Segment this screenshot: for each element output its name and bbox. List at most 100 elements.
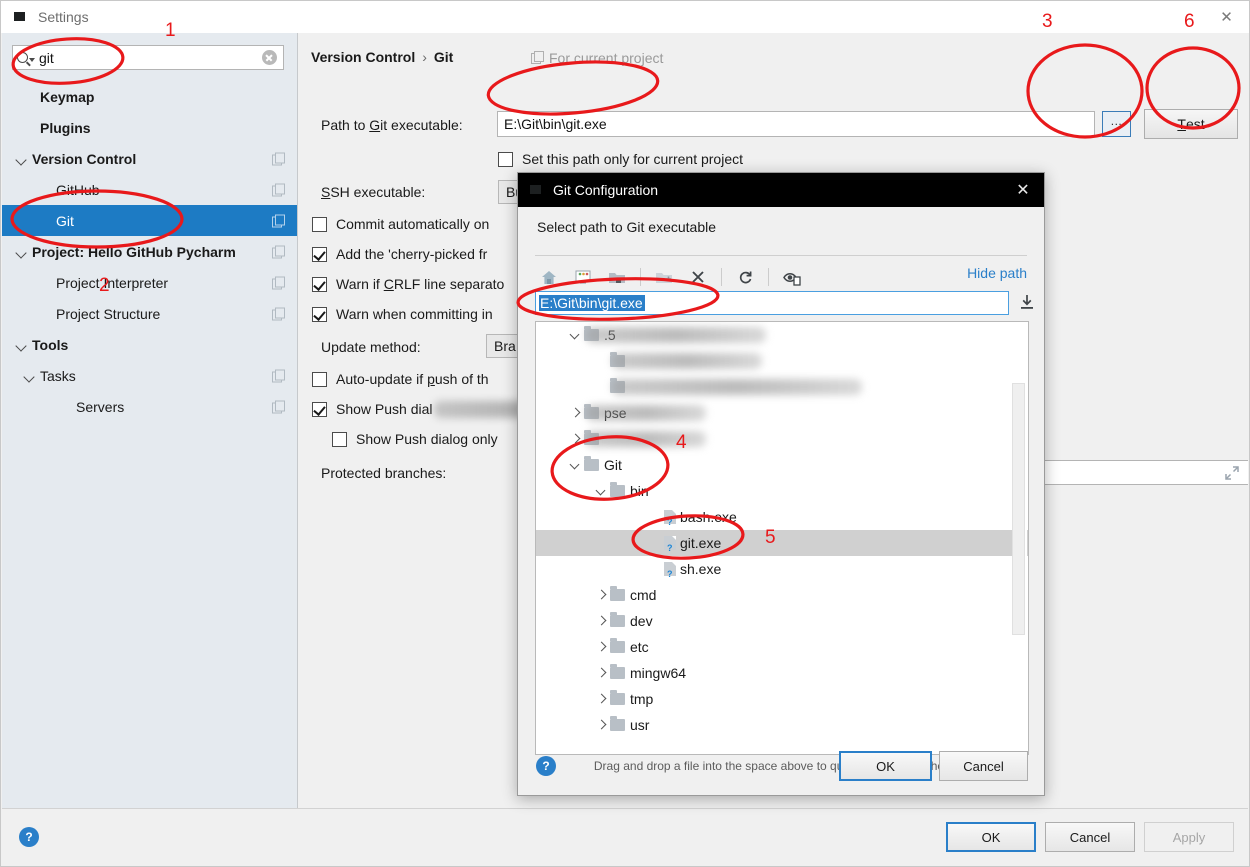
tree-row[interactable]	[536, 348, 1028, 374]
chevron-down-icon[interactable]	[16, 153, 28, 165]
refresh-icon[interactable]	[731, 264, 759, 290]
chevron-right-icon[interactable]	[594, 717, 610, 733]
chevron-right-icon[interactable]	[594, 665, 610, 681]
commit-automatically-row[interactable]: Commit automatically on	[312, 216, 489, 232]
copy-settings-icon[interactable]	[272, 183, 285, 196]
cherry-picked-row[interactable]: Add the 'cherry-picked fr	[312, 246, 487, 262]
tree-row[interactable]: dev	[536, 608, 1028, 634]
dialog-ok-button[interactable]: OK	[839, 751, 932, 781]
sidebar-item-servers[interactable]: Servers	[2, 391, 297, 422]
delete-icon[interactable]	[684, 264, 712, 290]
redacted-text-blur	[612, 353, 762, 369]
tree-scrollbar-thumb[interactable]	[1012, 383, 1025, 635]
warn-committing-checkbox[interactable]	[312, 306, 327, 322]
search-icon	[13, 52, 39, 63]
sidebar-item-label: Git	[56, 212, 74, 229]
copy-settings-icon[interactable]	[272, 400, 285, 413]
tree-row[interactable]	[536, 426, 1028, 452]
show-push-dialog-only-row[interactable]: Show Push dialog only	[332, 431, 498, 447]
chevron-down-icon[interactable]	[16, 339, 28, 351]
close-icon[interactable]: ✕	[1204, 1, 1249, 33]
browse-button[interactable]: ...	[1102, 111, 1131, 137]
chevron-right-icon[interactable]	[594, 587, 610, 603]
file-tree[interactable]: .5 pse Gitbin bash.exe git.exe sh.exe cmd dev et…	[535, 321, 1029, 755]
show-push-dialog-checkbox[interactable]	[312, 401, 327, 417]
warn-crlf-row[interactable]: Warn if CRLF line separato	[312, 276, 504, 292]
download-icon[interactable]	[1018, 293, 1036, 313]
auto-update-push-row[interactable]: Auto-update if push of th	[312, 371, 489, 387]
sidebar-item-version-control[interactable]: Version Control	[2, 143, 297, 174]
sidebar-item-github[interactable]: GitHub	[2, 174, 297, 205]
chevron-down-icon[interactable]	[594, 483, 610, 499]
project-folder-icon[interactable]	[603, 264, 631, 290]
set-path-only-checkbox-row[interactable]: Set this path only for current project	[498, 151, 743, 167]
protected-branches-label: Protected branches:	[321, 465, 447, 481]
clear-search-icon[interactable]	[255, 50, 283, 65]
tree-row[interactable]: bin	[536, 478, 1028, 504]
dialog-close-icon[interactable]: ✕	[1002, 173, 1044, 207]
dialog-help-icon[interactable]: ?	[536, 756, 556, 776]
tree-row[interactable]: pse	[536, 400, 1028, 426]
help-icon[interactable]: ?	[19, 827, 39, 847]
tree-row[interactable]: git.exe	[536, 530, 1028, 556]
tree-row[interactable]: .5	[536, 322, 1028, 348]
chevron-right-icon[interactable]	[568, 431, 584, 447]
copy-settings-icon[interactable]	[272, 307, 285, 320]
warn-committing-row[interactable]: Warn when committing in	[312, 306, 493, 322]
hide-path-link[interactable]: Hide path	[967, 265, 1027, 281]
tree-row[interactable]: usr	[536, 712, 1028, 738]
sidebar-item-tools[interactable]: Tools	[2, 329, 297, 360]
sidebar-item-keymap[interactable]: Keymap	[2, 81, 297, 112]
set-path-only-checkbox[interactable]	[498, 151, 513, 167]
search-input[interactable]	[39, 49, 255, 66]
new-folder-icon[interactable]	[650, 264, 678, 290]
expand-field-icon[interactable]	[1225, 466, 1239, 480]
chevron-right-icon[interactable]	[594, 639, 610, 655]
tree-row[interactable]: Git	[536, 452, 1028, 478]
copy-settings-icon[interactable]	[272, 245, 285, 258]
cancel-button[interactable]: Cancel	[1045, 822, 1135, 852]
show-hidden-icon[interactable]	[778, 264, 806, 290]
tree-row[interactable]: tmp	[536, 686, 1028, 712]
sidebar-item-plugins[interactable]: Plugins	[2, 112, 297, 143]
copy-settings-icon[interactable]	[272, 152, 285, 165]
search-box[interactable]	[12, 45, 284, 70]
chevron-right-icon[interactable]	[568, 405, 584, 421]
dialog-cancel-button[interactable]: Cancel	[939, 751, 1028, 781]
test-button[interactable]: Test	[1144, 109, 1238, 139]
tree-row[interactable]: bash.exe	[536, 504, 1028, 530]
chevron-right-icon[interactable]	[594, 691, 610, 707]
warn-crlf-checkbox[interactable]	[312, 276, 327, 292]
tree-row[interactable]: etc	[536, 634, 1028, 660]
tree-row[interactable]: mingw64	[536, 660, 1028, 686]
dialog-path-input[interactable]: E:\Git\bin\git.exe	[535, 291, 1009, 315]
tree-scrollbar[interactable]	[1012, 323, 1027, 753]
tree-row[interactable]: sh.exe	[536, 556, 1028, 582]
copy-settings-icon[interactable]	[272, 369, 285, 382]
tree-row-label: bash.exe	[680, 509, 737, 525]
sidebar-item-tasks[interactable]: Tasks	[2, 360, 297, 391]
chevron-down-icon[interactable]	[24, 370, 36, 382]
show-push-dialog-row[interactable]: Show Push dial	[312, 401, 433, 417]
git-executable-path-input[interactable]	[497, 111, 1095, 137]
chevron-down-icon[interactable]	[568, 457, 584, 473]
ok-button[interactable]: OK	[946, 822, 1036, 852]
desktop-icon[interactable]	[569, 264, 597, 290]
show-push-dialog-only-checkbox[interactable]	[332, 431, 347, 447]
chevron-down-icon[interactable]	[568, 327, 584, 343]
sidebar-item-git[interactable]: Git	[2, 205, 297, 236]
cherry-picked-checkbox[interactable]	[312, 246, 327, 262]
sidebar-item-project-interpreter[interactable]: Project Interpreter	[2, 267, 297, 298]
tree-row[interactable]	[536, 374, 1028, 400]
auto-update-push-checkbox[interactable]	[312, 371, 327, 387]
copy-settings-icon[interactable]	[272, 214, 285, 227]
copy-settings-icon[interactable]	[272, 276, 285, 289]
chevron-right-icon[interactable]	[594, 613, 610, 629]
home-icon[interactable]	[535, 264, 563, 290]
sidebar-item-project-structure[interactable]: Project Structure	[2, 298, 297, 329]
chevron-down-icon[interactable]	[16, 246, 28, 258]
tree-row[interactable]: cmd	[536, 582, 1028, 608]
commit-automatically-checkbox[interactable]	[312, 216, 327, 232]
sidebar-item-project-hello-github-pycharm[interactable]: Project: Hello GitHub Pycharm	[2, 236, 297, 267]
